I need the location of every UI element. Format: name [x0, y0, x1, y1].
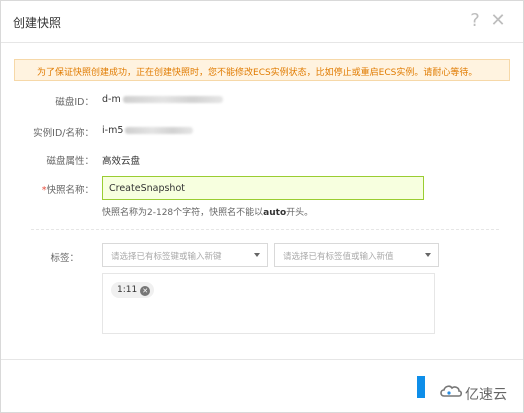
logo-text: 亿速云 [465, 387, 507, 403]
tag-chip: 1:11 ✕ [111, 282, 155, 298]
tag-value-select[interactable]: 请选择已有标签值或输入新值 [274, 243, 439, 267]
cloud-logo-icon [440, 385, 463, 397]
chevron-down-icon [425, 253, 431, 257]
tag-key-select[interactable]: 请选择已有标签键或输入新键 [102, 243, 268, 267]
warning-alert: 为了保证快照创建成功，正在创建快照时，您不能修改ECS实例状态，比如停止或重启E… [14, 59, 510, 81]
alert-text: 为了保证快照创建成功，正在创建快照时，您不能修改ECS实例状态，比如停止或重启E… [37, 68, 478, 78]
redacted-instance-id [125, 127, 194, 134]
disk-id-label: 磁盘ID： [55, 97, 94, 108]
snapshot-name-label-text: 快照名称： [46, 185, 94, 196]
instance-label: 实例ID/名称： [33, 128, 94, 139]
disk-attr-label: 磁盘属性： [46, 156, 94, 167]
instance-id-text: i-m5 [102, 125, 124, 136]
dialog-header: 创建快照 ? ✕ [1, 1, 523, 43]
dialog-title: 创建快照 [13, 16, 62, 30]
section-divider [31, 229, 499, 230]
selected-tags-box: 1:11 ✕ [102, 273, 435, 334]
tag-key-placeholder: 请选择已有标签键或输入新键 [111, 252, 222, 262]
instance-value: i-m5 [102, 125, 194, 136]
yisu-logo: 亿速云 [439, 382, 519, 403]
disk-id-value: d-m [102, 94, 223, 105]
chevron-down-icon [254, 253, 260, 257]
redacted-disk-id [122, 96, 223, 103]
create-snapshot-dialog: 创建快照 ? ✕ 为了保证快照创建成功，正在创建快照时，您不能修改ECS实例状态… [0, 0, 524, 413]
disk-attr-value: 高效云盘 [102, 156, 141, 167]
tag-value-placeholder: 请选择已有标签值或输入新值 [283, 252, 394, 262]
hint-prefix: 快照名称为2-128个字符，快照名不能以 [102, 208, 264, 218]
disk-id-text: d-m [102, 94, 121, 105]
close-icon[interactable]: ✕ [490, 11, 506, 31]
tag-chip-text: 1:11 [117, 285, 138, 295]
tags-label: 标签： [50, 253, 79, 264]
help-icon[interactable]: ? [467, 11, 483, 31]
snapshot-name-label: *快照名称： [16, 182, 94, 196]
snapshot-name-input[interactable] [102, 176, 424, 200]
hint-suffix: 开头。 [286, 208, 314, 218]
snapshot-name-hint: 快照名称为2-128个字符，快照名不能以auto开头。 [102, 205, 313, 218]
remove-tag-icon[interactable]: ✕ [140, 286, 151, 296]
confirm-button[interactable] [417, 376, 425, 398]
hint-bold: auto [263, 208, 287, 218]
footer-divider [1, 359, 523, 360]
